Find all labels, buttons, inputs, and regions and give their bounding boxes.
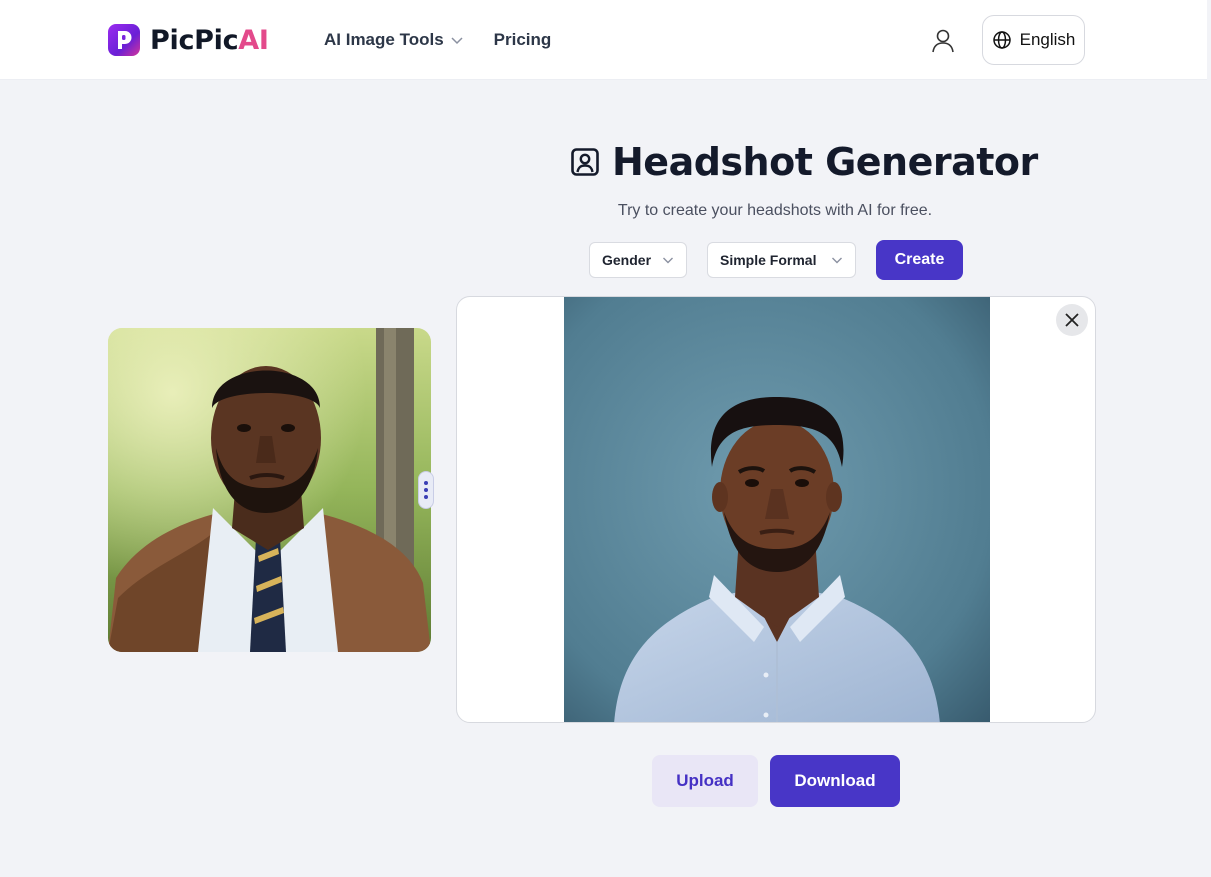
- logo-mark-icon: [108, 24, 140, 56]
- generated-headshot-image: [564, 297, 990, 722]
- globe-icon: [992, 31, 1011, 49]
- picpicai-logo[interactable]: PicPicAI: [108, 24, 269, 56]
- upload-button[interactable]: Upload: [652, 755, 758, 807]
- gender-select[interactable]: Gender: [589, 242, 687, 278]
- nav-pricing-label: Pricing: [493, 30, 552, 49]
- page-title-text: Headshot Generator: [612, 140, 1038, 184]
- main-nav: AI Image Tools Pricing: [324, 30, 551, 50]
- top-navbar: PicPicAI AI Image Tools Pricing English: [0, 0, 1211, 80]
- language-selector[interactable]: English: [982, 15, 1085, 65]
- download-button[interactable]: Download: [770, 755, 900, 807]
- user-account-button[interactable]: [928, 26, 958, 56]
- handle-dot: [424, 488, 428, 492]
- logo-text-accent: AI: [238, 24, 269, 56]
- handle-dot: [424, 495, 428, 499]
- chevron-down-icon: [451, 37, 463, 45]
- logo-text-primary: PicPic: [150, 24, 239, 56]
- user-icon: [932, 29, 954, 53]
- original-photo: [108, 328, 431, 652]
- nav-pricing[interactable]: Pricing: [494, 30, 552, 50]
- page-subtitle: Try to create your headshots with AI for…: [617, 202, 933, 219]
- chevron-down-icon: [663, 257, 673, 264]
- language-label: English: [1019, 30, 1076, 49]
- close-icon: [1065, 313, 1079, 327]
- nav-ai-image-tools-label: AI Image Tools: [324, 30, 444, 49]
- scrollbar[interactable]: [1207, 0, 1211, 877]
- create-button[interactable]: Create: [876, 240, 963, 280]
- chevron-down-icon: [832, 257, 842, 264]
- gender-select-value: Gender: [602, 252, 652, 268]
- nav-ai-image-tools[interactable]: AI Image Tools: [324, 30, 464, 50]
- style-select-value: Simple Formal: [720, 252, 817, 268]
- style-select[interactable]: Simple Formal: [707, 242, 856, 278]
- result-preview-frame: [456, 296, 1096, 723]
- logo-text: PicPicAI: [150, 25, 269, 56]
- portrait-icon: [571, 148, 599, 176]
- handle-dot: [424, 481, 428, 485]
- original-photo-image: [108, 328, 431, 652]
- compare-slider-handle[interactable]: [418, 471, 434, 509]
- page-title: Headshot Generator: [570, 140, 1038, 184]
- close-result-button[interactable]: [1056, 304, 1088, 336]
